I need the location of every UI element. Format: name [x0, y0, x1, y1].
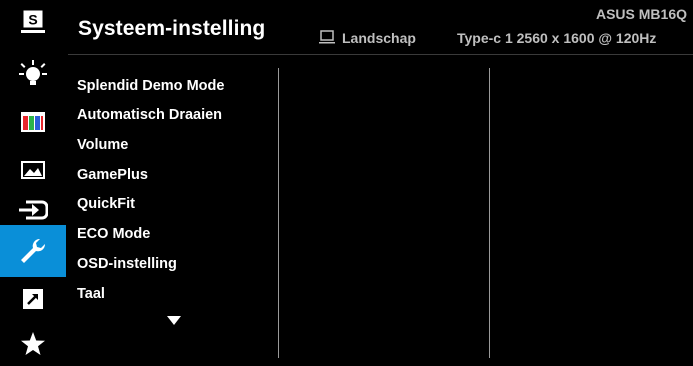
orientation-status: Landschap [342, 30, 416, 46]
menu-item-splendid-demo-mode[interactable]: Splendid Demo Mode [77, 78, 224, 94]
sidebar-item-splendid[interactable]: S [0, 8, 66, 36]
header-divider [68, 54, 693, 55]
wrench-icon [21, 238, 46, 263]
sidebar-item-system-setup[interactable] [0, 225, 66, 277]
star-icon [21, 332, 45, 355]
sidebar-item-favorite[interactable] [0, 328, 66, 360]
input-select-icon [19, 200, 48, 220]
menu-item-gameplus[interactable]: GamePlus [77, 167, 148, 183]
model-name: ASUS MB16Q [595, 6, 687, 22]
column-divider-1 [278, 68, 279, 358]
sidebar-item-blue-light[interactable] [0, 56, 66, 92]
svg-text:S: S [28, 12, 37, 28]
column-divider-2 [489, 68, 490, 358]
sidebar-item-input[interactable] [0, 192, 66, 228]
triangle-down-icon[interactable] [167, 316, 181, 325]
menu-item-osd-setup[interactable]: OSD-instelling [77, 256, 177, 272]
menu-item-auto-rotate[interactable]: Automatisch Draaien [77, 107, 222, 123]
image-icon [21, 161, 45, 179]
monitor-icon [319, 30, 335, 44]
sidebar: S [0, 0, 66, 366]
menu-item-language[interactable]: Taal [77, 286, 105, 302]
sidebar-item-shortcut[interactable] [0, 284, 66, 314]
sidebar-item-image[interactable] [0, 152, 66, 188]
blue-light-bulb-icon [19, 60, 47, 85]
splendid-s-icon: S [21, 9, 45, 33]
page-title: Systeem-instelling [78, 17, 266, 40]
sidebar-item-color[interactable] [0, 104, 66, 140]
menu-item-volume[interactable]: Volume [77, 137, 128, 153]
color-bars-icon [21, 112, 45, 132]
menu-item-quickfit[interactable]: QuickFit [77, 196, 135, 212]
input-signal-status: Type-c 1 2560 x 1600 @ 120Hz [457, 30, 657, 46]
shortcut-arrow-icon [23, 289, 43, 309]
menu-item-eco-mode[interactable]: ECO Mode [77, 226, 150, 242]
